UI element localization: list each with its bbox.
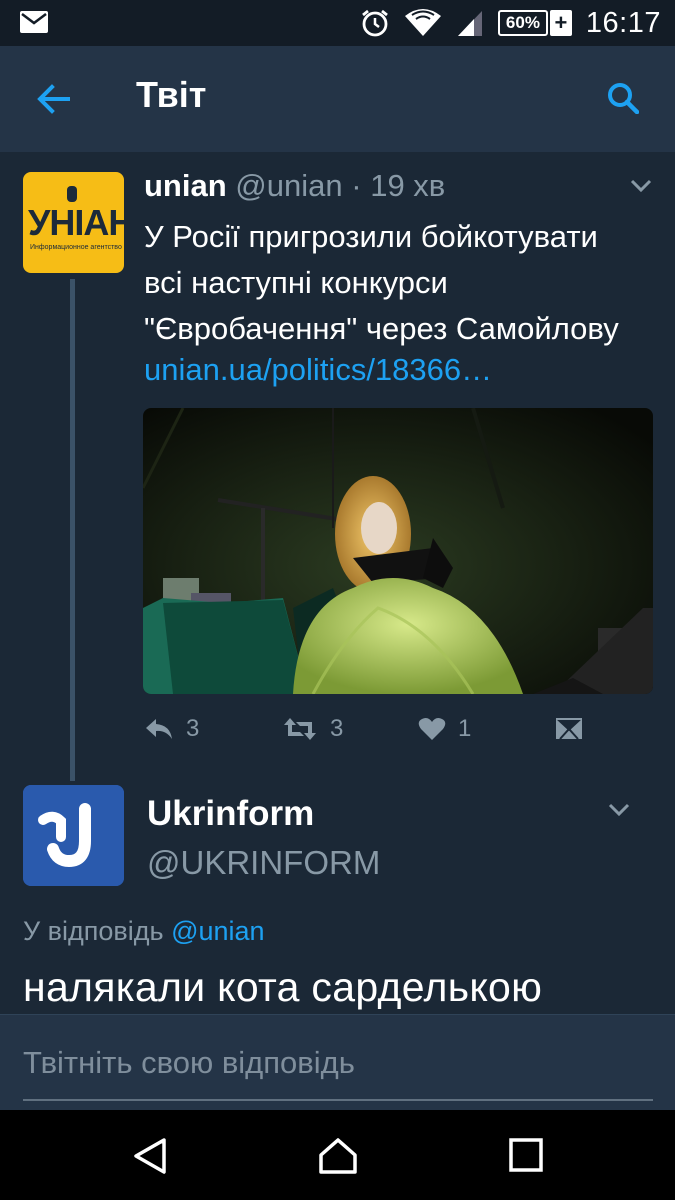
page-title: Твіт <box>136 74 207 115</box>
tweet-link[interactable]: unian.ua/politics/18366… <box>144 352 492 388</box>
tweet-thread: УНІАН Информационное агентство unian @un… <box>0 152 675 1014</box>
author-handle[interactable]: @UKRINFORM <box>147 844 380 882</box>
reply-action[interactable]: 3 <box>144 708 199 750</box>
reply-count: 3 <box>186 715 200 742</box>
author-handle[interactable]: @unian <box>235 168 342 203</box>
tweet-text: налякали кота сарделькою <box>23 964 543 1010</box>
direct-message-action[interactable] <box>554 708 584 750</box>
tweet-actions: 3 3 1 <box>144 708 614 750</box>
concert-photo <box>143 408 653 694</box>
retweet-icon <box>284 718 316 740</box>
envelope-share-icon <box>556 718 582 740</box>
mention-link[interactable]: @unian <box>171 916 264 946</box>
tweet-header: unian @unian · 19 хв <box>144 168 445 204</box>
ukrinform-avatar[interactable] <box>23 785 124 886</box>
search-icon[interactable] <box>607 82 639 114</box>
tweet-photo[interactable] <box>143 408 653 694</box>
unian-avatar[interactable]: УНІАН Информационное агентство <box>23 172 124 273</box>
mail-notification-icon <box>20 11 48 33</box>
back-nav-icon[interactable] <box>132 1137 168 1175</box>
reply-context: У відповідь @unian <box>23 916 265 946</box>
system-navigation-bar <box>0 1110 675 1200</box>
back-arrow-icon[interactable] <box>36 84 70 114</box>
thread-connector <box>70 279 75 781</box>
author-name[interactable]: unian <box>144 168 227 203</box>
recents-nav-icon[interactable] <box>508 1137 544 1173</box>
reply-icon <box>146 719 172 739</box>
reply-input[interactable]: Твітніть свою відповідь <box>23 1045 355 1081</box>
chevron-down-icon[interactable] <box>629 178 653 194</box>
like-action[interactable]: 1 <box>418 708 471 750</box>
status-bar: 60% + 16:17 <box>0 0 675 46</box>
tweet-text: У Росії пригрозили бойкотувати всі насту… <box>144 219 619 346</box>
retweet-action[interactable]: 3 <box>282 708 343 750</box>
battery-indicator: 60% + <box>497 10 572 36</box>
reply-composer[interactable]: Твітніть свою відповідь <box>0 1014 675 1110</box>
app-bar: Твіт <box>0 46 675 152</box>
heart-icon <box>418 718 446 740</box>
like-count: 1 <box>458 715 472 742</box>
retweet-count: 3 <box>330 715 344 742</box>
home-nav-icon[interactable] <box>318 1137 358 1175</box>
clock: 16:17 <box>585 6 661 39</box>
ukrinform-logo-icon <box>23 785 124 886</box>
wifi-icon <box>404 9 441 36</box>
microphone-icon <box>67 186 77 202</box>
signal-icon <box>457 11 482 36</box>
tweet-time: 19 хв <box>370 168 446 203</box>
input-underline <box>23 1099 653 1101</box>
chevron-down-icon[interactable] <box>607 802 631 818</box>
separator-dot: · <box>351 168 362 203</box>
author-name[interactable]: Ukrinform <box>147 794 314 834</box>
alarm-icon <box>362 9 388 37</box>
